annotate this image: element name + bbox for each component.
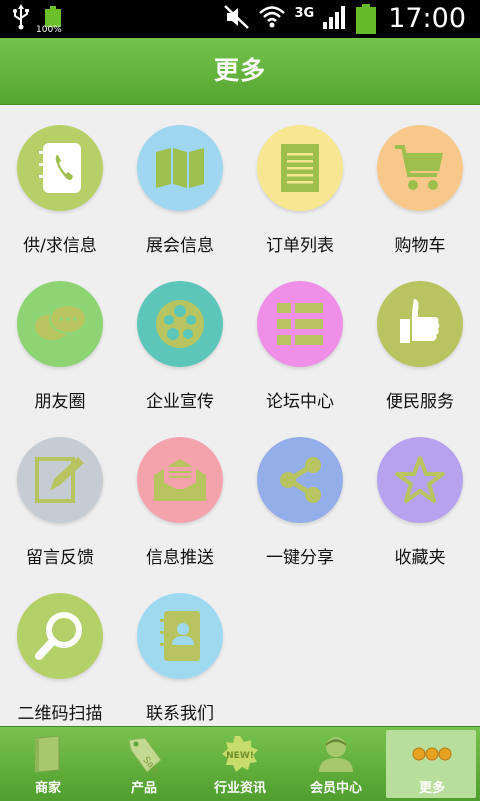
- forum-list-icon: [257, 281, 343, 367]
- feature-grid: 供/求信息 展会信息 订单列表 购物车 朋友圈 企业宣传 论坛中心 便民服务 留…: [0, 105, 480, 725]
- menu-item-label: 企业宣传: [146, 392, 214, 412]
- menu-item-label: 供/求信息: [23, 236, 97, 256]
- menu-item-forum[interactable]: 论坛中心: [240, 261, 360, 417]
- menu-item-label: 一键分享: [266, 548, 334, 568]
- edit-note-icon: [17, 437, 103, 523]
- menu-item-share[interactable]: 一键分享: [240, 417, 360, 573]
- menu-item-label: 购物车: [394, 236, 446, 256]
- contact-book-icon: [137, 593, 223, 679]
- menu-item-label: 展会信息: [146, 236, 214, 256]
- new-badge-icon: NEW!: [192, 733, 288, 775]
- thumbs-up-icon: [377, 281, 463, 367]
- tab-products[interactable]: Sale 产品: [96, 727, 192, 801]
- shopping-cart-icon: [377, 125, 463, 211]
- tab-label: 产品: [130, 781, 157, 796]
- usb-icon: [12, 4, 30, 34]
- menu-item-order-list[interactable]: 订单列表: [240, 105, 360, 261]
- tab-more[interactable]: 更多: [384, 727, 480, 801]
- tab-merchants[interactable]: 商家: [0, 727, 96, 801]
- magnifier-icon: [17, 593, 103, 679]
- menu-item-push[interactable]: 信息推送: [120, 417, 240, 573]
- menu-item-contact[interactable]: 联系我们: [120, 573, 240, 729]
- member-avatar-icon: [288, 733, 384, 775]
- book-icon: [0, 733, 96, 775]
- menu-item-label: 论坛中心: [266, 392, 334, 412]
- bottom-tab-bar: 商家 Sale 产品 NEW! 行业资讯 会员中心 更多: [0, 726, 480, 801]
- tab-label: 更多: [418, 781, 445, 796]
- menu-item-feedback[interactable]: 留言反馈: [0, 417, 120, 573]
- clock: 17:00: [388, 3, 466, 34]
- tab-member-center[interactable]: 会员中心: [288, 727, 384, 801]
- tab-label: 会员中心: [309, 781, 362, 796]
- menu-item-label: 订单列表: [266, 236, 334, 256]
- map-icon: [137, 125, 223, 211]
- order-list-icon: [257, 125, 343, 211]
- share-icon: [257, 437, 343, 523]
- battery-percent: 100%: [36, 25, 62, 35]
- menu-item-label: 留言反馈: [26, 548, 94, 568]
- sale-tag-icon: Sale: [96, 733, 192, 775]
- menu-item-label: 朋友圈: [34, 392, 86, 412]
- menu-item-friends[interactable]: 朋友圈: [0, 261, 120, 417]
- menu-item-label: 便民服务: [386, 392, 454, 412]
- menu-item-qr-scan[interactable]: 二维码扫描: [0, 573, 120, 729]
- chat-bubbles-icon: [17, 281, 103, 367]
- battery-status-icon: 100%: [36, 6, 62, 35]
- star-icon: [377, 437, 463, 523]
- menu-item-cart[interactable]: 购物车: [360, 105, 480, 261]
- more-dots-icon: [384, 733, 480, 775]
- tab-label: 行业资讯: [213, 781, 266, 796]
- svg-text:NEW!: NEW!: [226, 751, 254, 761]
- menu-item-label: 信息推送: [146, 548, 214, 568]
- battery-icon: [356, 4, 377, 34]
- status-bar: 100% 3G 17:00: [0, 0, 480, 38]
- menu-item-label: 收藏夹: [394, 548, 446, 568]
- menu-item-service[interactable]: 便民服务: [360, 261, 480, 417]
- menu-item-supply-demand[interactable]: 供/求信息: [0, 105, 120, 261]
- envelope-icon: [137, 437, 223, 523]
- wifi-icon: [258, 4, 286, 34]
- tab-industry-news[interactable]: NEW! 行业资讯: [192, 727, 288, 801]
- menu-item-label: 联系我们: [146, 704, 214, 724]
- address-book-phone-icon: [17, 125, 103, 211]
- signal-icon: [322, 4, 348, 34]
- menu-item-promotion[interactable]: 企业宣传: [120, 261, 240, 417]
- menu-item-exhibition[interactable]: 展会信息: [120, 105, 240, 261]
- film-reel-icon: [137, 281, 223, 367]
- tab-label: 商家: [34, 781, 61, 796]
- menu-item-favorites[interactable]: 收藏夹: [360, 417, 480, 573]
- title-bar: 更多: [0, 38, 480, 105]
- page-title: 更多: [213, 56, 266, 85]
- mute-icon: [224, 4, 250, 34]
- menu-item-label: 二维码扫描: [17, 704, 103, 724]
- network-type: 3G: [294, 5, 315, 21]
